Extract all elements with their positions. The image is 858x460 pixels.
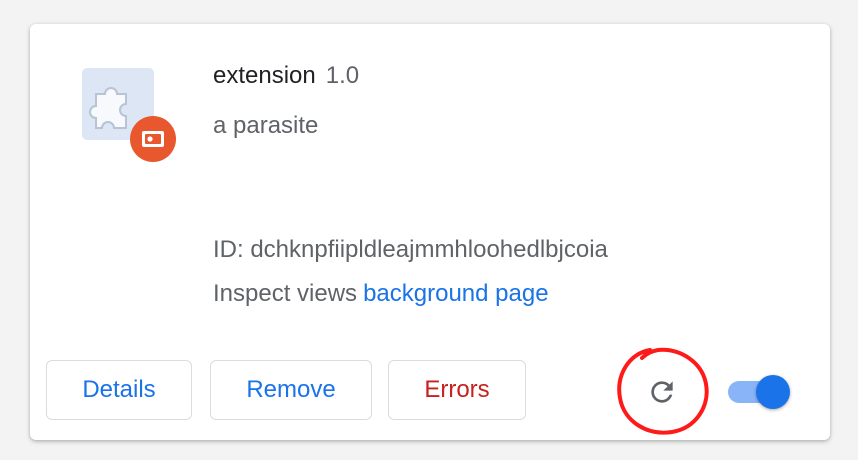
policy-badge-icon [130, 116, 176, 162]
extension-card: extension 1.0 a parasite ID: dchknpfiipld… [30, 24, 830, 440]
extension-icon-group [82, 68, 177, 163]
remove-button[interactable]: Remove [210, 360, 372, 420]
inspect-views-row: Inspect views background page [213, 280, 549, 308]
enable-toggle[interactable] [726, 374, 792, 409]
extension-id: ID: dchknpfiipldleajmmhloohedlbjcoia [213, 236, 608, 263]
extension-description: a parasite [213, 112, 319, 139]
errors-button[interactable]: Errors [388, 360, 526, 420]
reload-button[interactable] [644, 374, 680, 410]
details-button[interactable]: Details [46, 360, 192, 420]
extension-version: 1.0 [325, 62, 360, 89]
extension-name: extension [213, 62, 316, 89]
toggle-knob [756, 375, 790, 409]
inspect-views-label: Inspect views [213, 280, 358, 307]
background-page-link[interactable]: background page [363, 280, 548, 307]
extension-title: extension 1.0 [213, 62, 359, 90]
reload-icon [651, 381, 673, 403]
